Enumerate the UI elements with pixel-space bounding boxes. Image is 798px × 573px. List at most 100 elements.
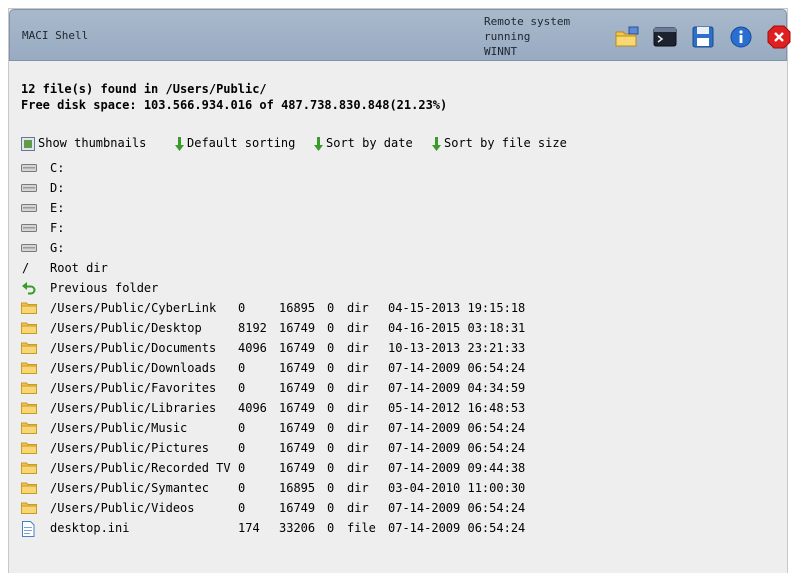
file-size: 0 (238, 301, 246, 315)
file-inode: 16749 (279, 421, 316, 435)
header-bar: MACI Shell Remote system running WINNT (9, 9, 791, 61)
file-inode: 16895 (279, 481, 316, 495)
sort-by-size-label: Sort by file size (444, 136, 567, 150)
file-links: 0 (327, 501, 335, 515)
file-type: dir (347, 401, 369, 415)
file-size: 0 (238, 481, 246, 495)
back-arrow-icon (21, 281, 39, 295)
folder-row[interactable]: /Users/Public/Recorded TV 0 16749 0 dir 07-14… (21, 461, 581, 481)
file-size: 0 (238, 421, 246, 435)
file-name[interactable]: /Users/Public/Music (50, 421, 187, 435)
folder-row[interactable]: /Users/Public/Music 0 16749 0 dir 07-14-2009 … (21, 421, 581, 441)
folder-icon (21, 381, 39, 395)
folder-icon (21, 441, 39, 455)
file-type: dir (347, 361, 369, 375)
drive-e[interactable]: E: (21, 201, 581, 221)
sort-by-size-button[interactable]: Sort by file size (432, 135, 567, 151)
drive-label: E: (50, 201, 65, 215)
folder-row[interactable]: /Users/Public/Documents 4096 16749 0 dir 10-1… (21, 341, 581, 361)
file-size: 0 (238, 441, 246, 455)
root-dir-link[interactable]: / Root dir (21, 261, 581, 281)
file-size: 0 (238, 381, 246, 395)
file-size: 0 (238, 361, 246, 375)
folder-icon (21, 401, 39, 415)
file-name[interactable]: /Users/Public/Recorded TV (50, 461, 231, 475)
file-links: 0 (327, 421, 335, 435)
shell-window: MACI Shell Remote system running WINNT 1… (8, 8, 791, 573)
folder-row[interactable]: /Users/Public/Favorites 0 16749 0 dir 07-14-2… (21, 381, 581, 401)
previous-folder-label: Previous folder (50, 281, 159, 295)
show-thumbnails-button[interactable]: Show thumbnails (21, 135, 146, 151)
remote-status-line: Remote system (484, 15, 571, 28)
folder-icon (21, 481, 39, 495)
folder-row[interactable]: /Users/Public/Symantec 0 16895 0 dir 03-04-20… (21, 481, 581, 501)
file-date: 10-13-2013 23:21:33 (388, 341, 526, 355)
file-links: 0 (327, 321, 335, 335)
previous-folder-link[interactable]: Previous folder (21, 281, 581, 301)
folder-icon (21, 321, 39, 335)
file-inode: 16749 (279, 441, 316, 455)
save-icon[interactable] (690, 24, 716, 50)
file-links: 0 (327, 481, 335, 495)
folder-row[interactable]: /Users/Public/Downloads 0 16749 0 dir 07-14-2… (21, 361, 581, 381)
file-date: 07-14-2009 06:54:24 (388, 501, 526, 515)
file-size: 174 (238, 521, 260, 535)
drive-f[interactable]: F: (21, 221, 581, 241)
file-size: 0 (238, 501, 246, 515)
drive-icon (21, 161, 39, 175)
info-icon[interactable] (728, 24, 754, 50)
show-thumbnails-label: Show thumbnails (38, 136, 147, 150)
file-name[interactable]: /Users/Public/Desktop (50, 321, 202, 335)
drive-d[interactable]: D: (21, 181, 581, 201)
file-type: file (347, 521, 376, 535)
file-name[interactable]: /Users/Public/Favorites (50, 381, 216, 395)
file-inode: 16895 (279, 301, 316, 315)
file-type: dir (347, 441, 369, 455)
drive-label: C: (50, 161, 65, 175)
thumbnail-icon (21, 136, 35, 151)
folder-row[interactable]: /Users/Public/Desktop 8192 16749 0 dir 04-16-… (21, 321, 581, 341)
sort-by-date-button[interactable]: Sort by date (314, 135, 413, 151)
file-date: 03-04-2010 11:00:30 (388, 481, 526, 495)
remote-status-line: running (484, 30, 531, 43)
upload-folder-icon[interactable] (614, 24, 640, 50)
folder-row[interactable]: /Users/Public/Videos 0 16749 0 dir 07-14-2009… (21, 501, 581, 521)
file-name[interactable]: /Users/Public/Documents (50, 341, 216, 355)
folder-row[interactable]: /Users/Public/CyberLink 0 16895 0 dir 04-15-2… (21, 301, 581, 321)
sort-by-date-label: Sort by date (326, 136, 413, 150)
file-links: 0 (327, 381, 335, 395)
terminal-icon[interactable] (652, 24, 678, 50)
default-sorting-label: Default sorting (187, 136, 296, 150)
folder-row[interactable]: /Users/Public/Libraries 4096 16749 0 dir 05-1… (21, 401, 581, 421)
arrow-down-icon (175, 136, 184, 151)
file-name[interactable]: /Users/Public/Pictures (50, 441, 209, 455)
file-name[interactable]: /Users/Public/Downloads (50, 361, 216, 375)
file-date: 04-16-2015 03:18:31 (388, 321, 526, 335)
file-date: 07-14-2009 06:54:24 (388, 361, 526, 375)
default-sorting-button[interactable]: Default sorting (175, 135, 295, 151)
file-name[interactable]: /Users/Public/Symantec (50, 481, 209, 495)
file-inode: 16749 (279, 321, 316, 335)
close-icon[interactable] (766, 24, 792, 50)
drive-c[interactable]: C: (21, 161, 581, 181)
file-name[interactable]: /Users/Public/CyberLink (50, 301, 216, 315)
file-inode: 16749 (279, 501, 316, 515)
folder-row[interactable]: /Users/Public/Pictures 0 16749 0 dir 07-14-20… (21, 441, 581, 461)
folder-icon (21, 501, 39, 515)
file-name[interactable]: /Users/Public/Videos (50, 501, 195, 515)
file-links: 0 (327, 341, 335, 355)
drive-icon (21, 221, 39, 235)
file-date: 07-14-2009 04:34:59 (388, 381, 526, 395)
file-date: 07-14-2009 06:54:24 (388, 441, 526, 455)
file-name[interactable]: desktop.ini (50, 521, 129, 535)
file-name[interactable]: /Users/Public/Libraries (50, 401, 216, 415)
file-links: 0 (327, 301, 335, 315)
file-date: 04-15-2013 19:15:18 (388, 301, 526, 315)
drive-g[interactable]: G: (21, 241, 581, 261)
file-inode: 33206 (279, 521, 316, 535)
folder-icon (21, 301, 39, 315)
file-size: 4096 (238, 341, 267, 355)
file-row[interactable]: desktop.ini 174 33206 0 file 07-14-2009 06:54… (21, 521, 581, 541)
arrow-down-icon (432, 136, 441, 151)
file-type: dir (347, 321, 369, 335)
